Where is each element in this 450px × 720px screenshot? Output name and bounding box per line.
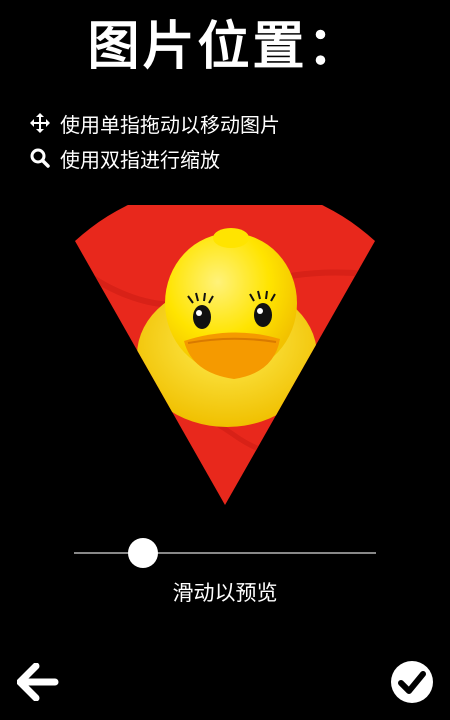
slider-label: 滑动以预览 xyxy=(172,581,278,605)
instruction-zoom-text: 使用双指进行缩放 xyxy=(60,147,220,172)
move-arrows-icon xyxy=(28,111,52,135)
page-title: 图片位置： xyxy=(87,17,363,77)
instruction-move-text: 使用单指拖动以移动图片 xyxy=(60,112,280,137)
search-icon xyxy=(28,146,52,170)
back-button[interactable] xyxy=(14,660,62,708)
instruction-move: 使用单指拖动以移动图片 xyxy=(28,110,280,137)
instruction-zoom: 使用双指进行缩放 xyxy=(28,145,220,172)
slider-thumb[interactable] xyxy=(128,538,159,568)
slider-track[interactable] xyxy=(74,552,376,554)
image-preview[interactable] xyxy=(74,205,376,507)
confirm-button[interactable] xyxy=(388,660,436,708)
check-circle-icon xyxy=(390,660,434,708)
duck-photo xyxy=(75,205,375,505)
arrow-left-icon xyxy=(16,662,59,705)
preview-slider[interactable] xyxy=(74,536,376,570)
